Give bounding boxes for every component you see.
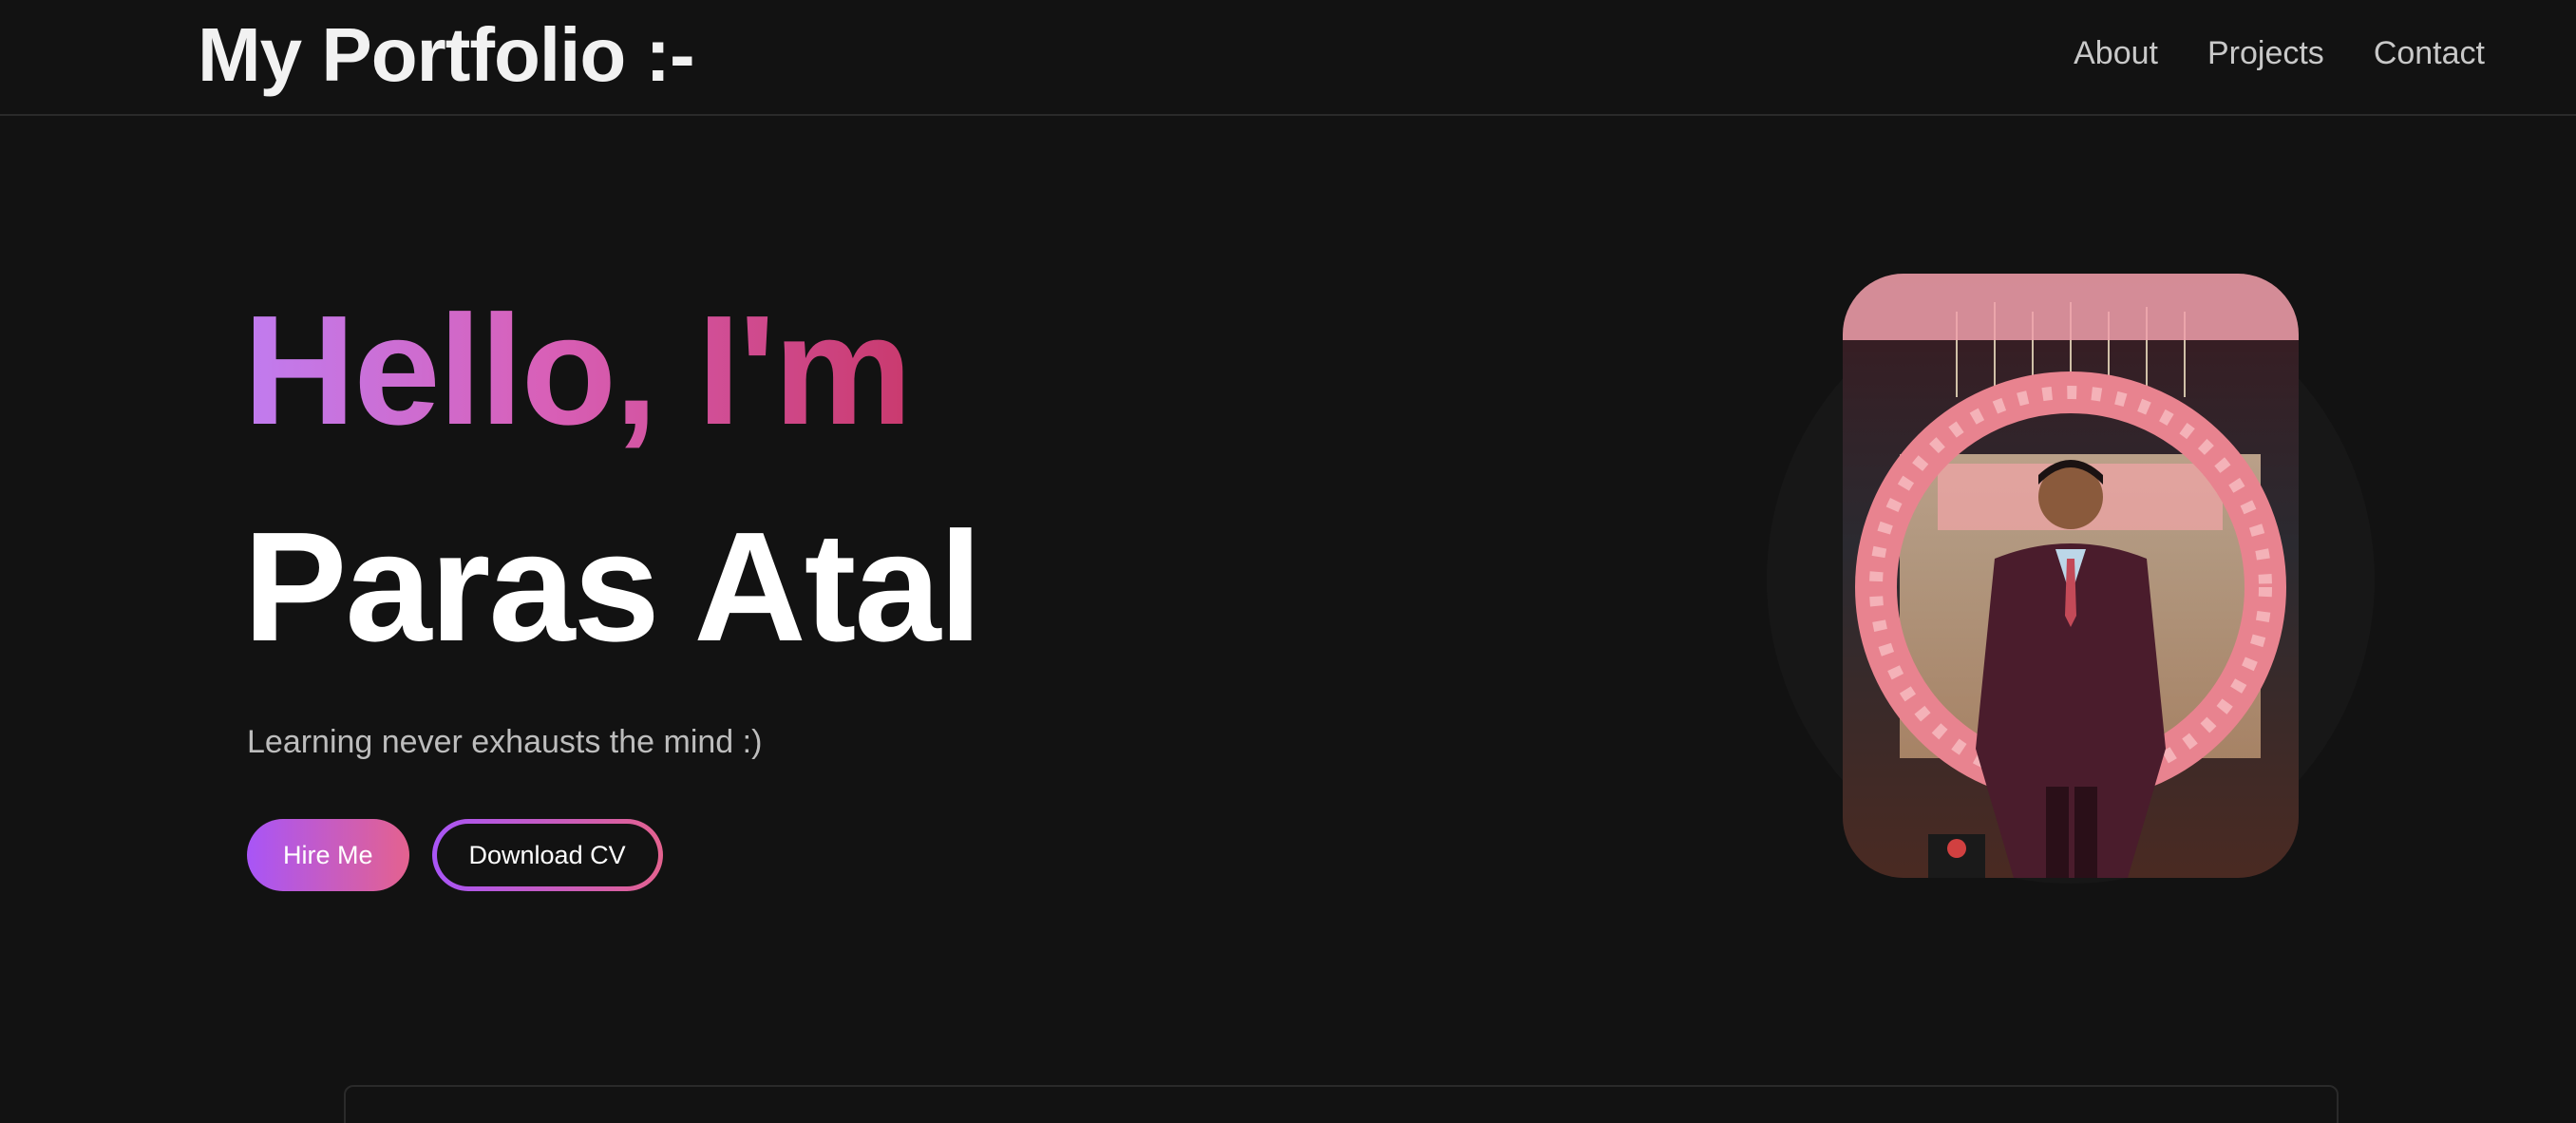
- nav-link-projects[interactable]: Projects: [2207, 27, 2324, 80]
- hero-greeting: Hello, I'm: [243, 283, 912, 457]
- portfolio-page: My Portfolio :- About Projects Contact H…: [0, 0, 2576, 1123]
- hero-tagline: Learning never exhausts the mind :): [247, 724, 763, 760]
- hero-buttons: Hire Me Download CV: [247, 819, 663, 891]
- download-cv-button[interactable]: Download CV: [436, 824, 658, 886]
- nav-links: About Projects Contact: [2074, 27, 2485, 80]
- next-section-card: [344, 1085, 2339, 1123]
- download-cv-border: Download CV: [431, 819, 663, 891]
- nav-link-contact[interactable]: Contact: [2374, 27, 2485, 80]
- hire-me-button[interactable]: Hire Me: [247, 819, 409, 891]
- nav-link-about[interactable]: About: [2074, 27, 2158, 80]
- profile-photo: [1843, 274, 2299, 878]
- navbar: My Portfolio :- About Projects Contact: [0, 0, 2576, 116]
- site-title[interactable]: My Portfolio :-: [198, 8, 695, 103]
- hero-name: Paras Atal: [243, 500, 982, 674]
